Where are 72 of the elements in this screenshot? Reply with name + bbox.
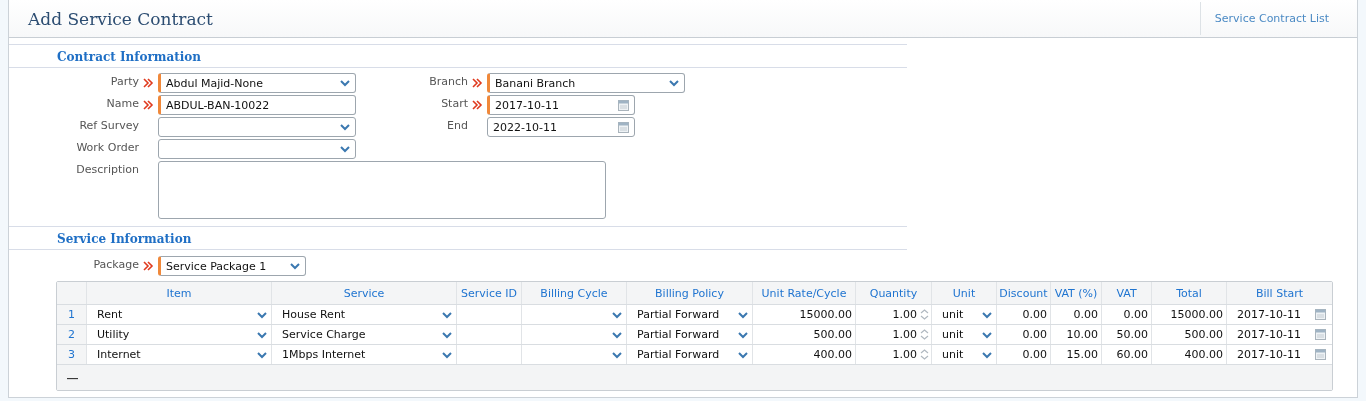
column-header: Discount (997, 282, 1051, 304)
field-label: Package (92, 257, 139, 271)
table-cell: Partial Forward (637, 328, 720, 341)
service-contract-list-link[interactable]: Service Contract List (1199, 2, 1357, 35)
column-header: VAT (%) (1051, 282, 1102, 304)
column-header: VAT (1102, 282, 1152, 304)
select-field[interactable]: Service Package 1 (158, 256, 306, 276)
page-title: Add Service Contract (28, 8, 213, 29)
column-header: Item (87, 282, 272, 304)
select-field[interactable]: Banani Branch (487, 73, 685, 93)
text-field[interactable]: ABDUL-BAN-10022 (158, 95, 356, 115)
description-field[interactable] (158, 161, 606, 219)
table-cell: 0.00 (1123, 308, 1148, 321)
field-label: Name (105, 96, 139, 110)
table-cell: Service Charge (282, 328, 366, 341)
table-cell: 400.00 (813, 348, 852, 361)
table-cell: 50.00 (1116, 328, 1148, 341)
field-label: Party (109, 74, 139, 88)
table-cell: 15.00 (1066, 348, 1098, 361)
column-header: Unit Rate/Cycle (753, 282, 856, 304)
row-number: 3 (57, 345, 87, 364)
column-header: Total (1152, 282, 1227, 304)
table-cell: 1.00 (892, 308, 917, 321)
table-cell: 1.00 (892, 328, 917, 341)
select-field[interactable] (158, 139, 356, 159)
table-cell: 2017-10-11 (1237, 348, 1301, 361)
table-cell: 500.00 (813, 328, 852, 341)
table-cell: 15000.00 (1170, 308, 1223, 321)
column-header: Billing Cycle (522, 282, 627, 304)
select-field[interactable]: Abdul Majid-None (158, 73, 356, 93)
date-field[interactable]: 2022-10-11 (487, 117, 635, 137)
remove-row-button[interactable]: — (65, 371, 80, 384)
table-cell: 400.00 (1184, 348, 1223, 361)
table-cell: Rent (97, 308, 123, 321)
table-cell: 2017-10-11 (1237, 328, 1301, 341)
field-label: Branch (428, 74, 468, 88)
column-header: Unit (932, 282, 997, 304)
date-field[interactable]: 2017-10-11 (487, 95, 635, 115)
table-cell: Utility (97, 328, 130, 341)
table-cell: 0.00 (1022, 348, 1047, 361)
table-cell: Partial Forward (637, 348, 720, 361)
section-title: Contract Information (9, 45, 907, 68)
table-cell: 1.00 (892, 348, 917, 361)
field-label: End (446, 118, 468, 132)
table-cell: 500.00 (1184, 328, 1223, 341)
table-cell: Internet (97, 348, 141, 361)
table-cell: 0.00 (1022, 328, 1047, 341)
field-label: Ref Survey (78, 118, 139, 132)
column-header: Service ID (457, 282, 522, 304)
table-cell: 15000.00 (799, 308, 852, 321)
column-header: Billing Policy (627, 282, 753, 304)
column-header: Bill Start (1254, 285, 1305, 302)
field-label: Work Order (75, 140, 139, 154)
table-cell: 0.00 (1022, 308, 1047, 321)
table-cell: Partial Forward (637, 308, 720, 321)
table-cell: 1Mbps Internet (282, 348, 366, 361)
table-cell: 60.00 (1116, 348, 1148, 361)
column-header: Quantity (856, 282, 932, 304)
table-cell: 0.00 (1073, 308, 1098, 321)
table-cell: unit (942, 348, 964, 361)
row-number: 1 (57, 305, 87, 324)
section-title: Service Information (9, 227, 907, 250)
table-cell: unit (942, 308, 964, 321)
table-cell: 10.00 (1066, 328, 1098, 341)
field-label: Start (440, 96, 468, 110)
table-cell: House Rent (282, 308, 346, 321)
row-number: 2 (57, 325, 87, 344)
field-label: Description (75, 162, 139, 176)
table-cell: unit (942, 328, 964, 341)
select-field[interactable] (158, 117, 356, 137)
table-cell: 2017-10-11 (1237, 308, 1301, 321)
column-header: Service (272, 282, 457, 304)
